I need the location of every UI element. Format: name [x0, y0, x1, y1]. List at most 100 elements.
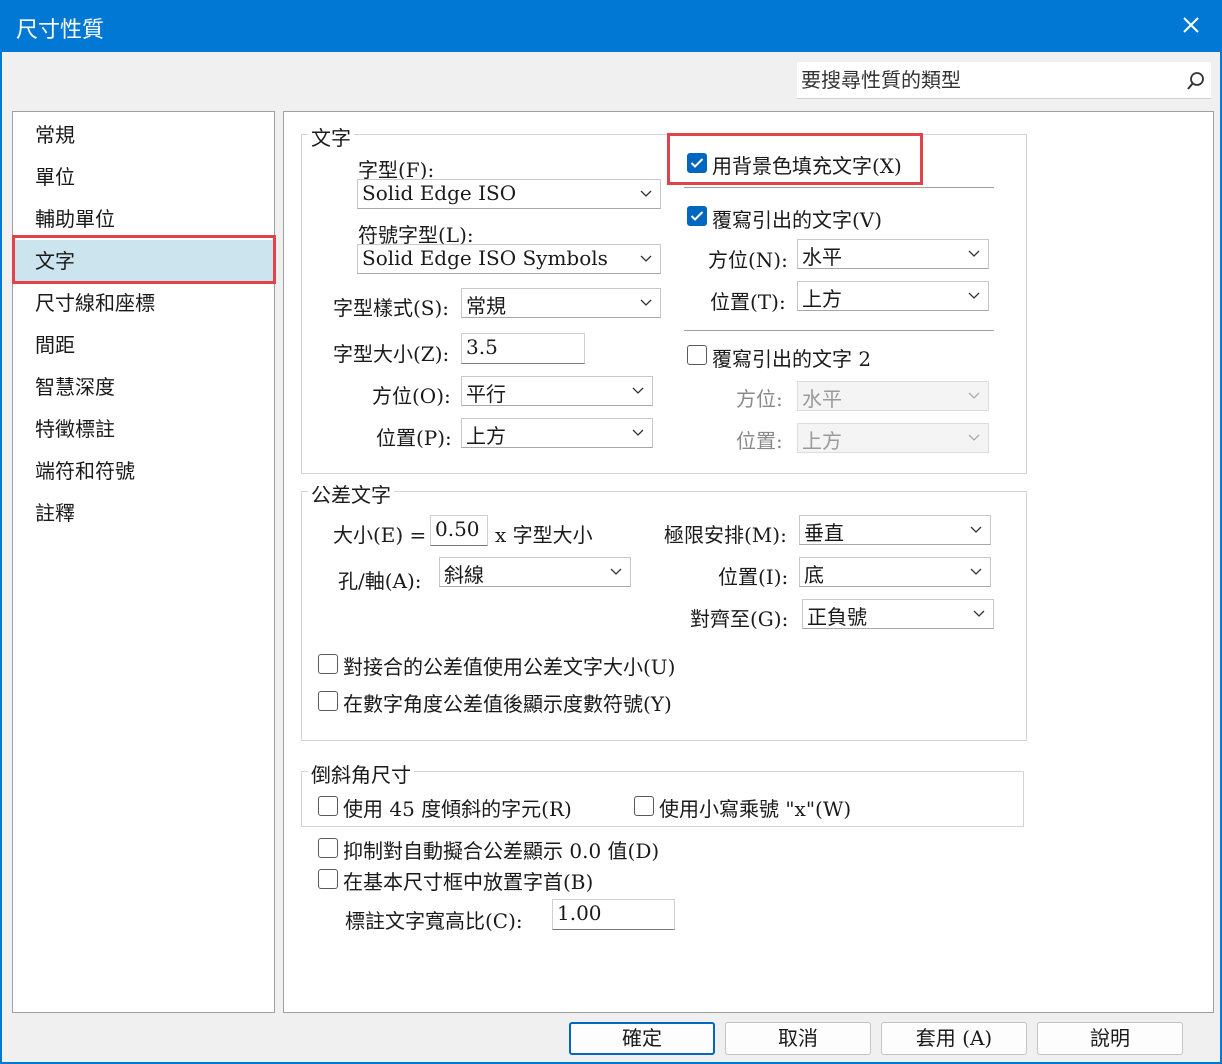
- mated-tolerance-size-label: 對接合的公差值使用公差文字大小(U): [343, 655, 676, 679]
- chevron-down-icon: [610, 568, 622, 575]
- override-position-label: 位置(T):: [710, 290, 786, 314]
- override-orientation-value: 水平: [802, 245, 842, 269]
- orientation-value: 平行: [466, 382, 506, 406]
- nav-item-spacing[interactable]: 間距: [13, 324, 274, 366]
- dimension-properties-dialog: 尺寸性質 要搜尋性質的類型 常規 單位 輔助單位 文字 尺寸線和座標 間距 智慧…: [0, 0, 1222, 1064]
- suppress-zero-label: 抑制對自動擬合公差顯示 0.0 值(D): [343, 839, 660, 863]
- help-button[interactable]: 說明: [1037, 1022, 1183, 1055]
- close-icon[interactable]: [1176, 10, 1206, 40]
- nav-item-smart-depth[interactable]: 智慧深度: [13, 366, 274, 408]
- lowercase-x-checkbox[interactable]: [634, 796, 654, 816]
- tolerance-size-value: 0.50: [435, 517, 480, 541]
- align-to-label: 對齊至(G):: [690, 607, 789, 631]
- override-leader-text-2-checkbox[interactable]: [687, 345, 707, 365]
- align-to-value: 正負號: [807, 605, 867, 629]
- override-orientation-combo[interactable]: 水平: [797, 239, 989, 269]
- nav-item-general[interactable]: 常規: [13, 114, 274, 156]
- property-search-box[interactable]: 要搜尋性質的類型: [797, 62, 1211, 99]
- align-to-combo[interactable]: 正負號: [802, 599, 994, 629]
- symbol-font-value: Solid Edge ISO Symbols: [362, 246, 608, 270]
- limit-arrangement-combo[interactable]: 垂直: [799, 515, 991, 545]
- aspect-ratio-input[interactable]: 1.00: [552, 899, 675, 930]
- hole-shaft-label: 孔/軸(A):: [338, 569, 422, 593]
- tolerance-size-label: 大小(E) =: [333, 523, 427, 547]
- suppress-zero-checkbox[interactable]: [318, 838, 338, 858]
- chevron-down-icon: [970, 526, 982, 533]
- degree-symbol-label: 在數字角度公差值後顯示度數符號(Y): [343, 692, 672, 716]
- degree-symbol-checkbox[interactable]: [318, 691, 338, 711]
- font-style-combo[interactable]: 常規: [461, 288, 661, 318]
- apply-button[interactable]: 套用 (A): [881, 1022, 1027, 1055]
- orientation-label: 方位(O):: [372, 384, 451, 408]
- chevron-down-icon: [632, 429, 644, 436]
- tolerance-group-legend: 公差文字: [308, 479, 394, 508]
- font-combo[interactable]: Solid Edge ISO: [357, 179, 661, 209]
- override-leader-text-checkbox[interactable]: [687, 206, 707, 226]
- nav-item-terminators-symbols[interactable]: 端符和符號: [13, 450, 274, 492]
- tolerance-size-suffix: x 字型大小: [495, 523, 593, 547]
- limit-arrangement-label: 極限安排(M):: [664, 523, 787, 547]
- chamfer-group-legend: 倒斜角尺寸: [308, 759, 414, 788]
- override2-orientation-label: 方位:: [736, 387, 783, 411]
- chevron-down-icon: [968, 434, 980, 441]
- font-size-label: 字型大小(Z):: [333, 342, 450, 366]
- chevron-down-icon: [968, 250, 980, 257]
- font-size-value: 3.5: [466, 335, 498, 359]
- font-style-label: 字型樣式(S):: [333, 296, 450, 320]
- aspect-ratio-label: 標註文字寬高比(C):: [345, 909, 523, 933]
- override-leader-text-label: 覆寫引出的文字(V): [712, 208, 883, 232]
- fill-background-highlight-box: [667, 133, 923, 185]
- chevron-down-icon: [632, 387, 644, 394]
- position-combo[interactable]: 上方: [461, 418, 653, 448]
- nav-item-units[interactable]: 單位: [13, 156, 274, 198]
- font-size-input[interactable]: 3.5: [461, 333, 585, 364]
- separator: [684, 187, 994, 188]
- prefix-in-box-checkbox[interactable]: [318, 869, 338, 889]
- tolerance-size-input[interactable]: 0.50: [430, 515, 488, 546]
- separator: [684, 330, 994, 331]
- window-title: 尺寸性質: [16, 18, 105, 43]
- mated-tolerance-size-checkbox[interactable]: [318, 654, 338, 674]
- override2-position-combo[interactable]: 上方: [797, 423, 989, 453]
- tolerance-position-combo[interactable]: 底: [799, 557, 991, 587]
- override-orientation-label: 方位(N):: [708, 248, 788, 272]
- chevron-down-icon: [968, 392, 980, 399]
- override2-orientation-combo[interactable]: 水平: [797, 381, 989, 411]
- hole-shaft-value: 斜線: [444, 563, 484, 587]
- tolerance-position-label: 位置(I):: [718, 565, 789, 589]
- nav-item-secondary-units[interactable]: 輔助單位: [13, 198, 274, 240]
- cancel-button[interactable]: 取消: [725, 1022, 871, 1055]
- position-label: 位置(P):: [376, 426, 452, 450]
- prefix-in-box-label: 在基本尺寸框中放置字首(B): [343, 870, 594, 894]
- aspect-ratio-value: 1.00: [557, 901, 602, 925]
- tolerance-position-value: 底: [804, 563, 824, 587]
- chevron-down-icon: [640, 190, 652, 197]
- override-position-combo[interactable]: 上方: [797, 281, 989, 311]
- symbol-font-combo[interactable]: Solid Edge ISO Symbols: [357, 244, 661, 274]
- override2-position-label: 位置:: [736, 429, 783, 453]
- chevron-down-icon: [970, 568, 982, 575]
- text-group-legend: 文字: [308, 122, 354, 151]
- search-placeholder: 要搜尋性質的類型: [801, 68, 961, 92]
- ok-button[interactable]: 確定: [569, 1022, 715, 1055]
- slanted-45-checkbox[interactable]: [318, 796, 338, 816]
- limit-arrangement-value: 垂直: [804, 521, 844, 545]
- slanted-45-label: 使用 45 度傾斜的字元(R): [343, 797, 572, 821]
- nav-highlight-box: [12, 235, 276, 284]
- position-value: 上方: [466, 424, 506, 448]
- font-value: Solid Edge ISO: [362, 181, 517, 205]
- chevron-down-icon: [968, 292, 980, 299]
- chevron-down-icon: [640, 255, 652, 262]
- font-style-value: 常規: [466, 294, 506, 318]
- nav-item-annotation[interactable]: 註釋: [13, 492, 274, 534]
- nav-item-feature-callout[interactable]: 特徵標註: [13, 408, 274, 450]
- search-icon[interactable]: [1185, 70, 1207, 97]
- checkmark-icon: [690, 211, 704, 221]
- chevron-down-icon: [973, 610, 985, 617]
- override-leader-text-2-label: 覆寫引出的文字 2: [712, 347, 872, 371]
- nav-item-lines-coordinates[interactable]: 尺寸線和座標: [13, 282, 274, 324]
- orientation-combo[interactable]: 平行: [461, 376, 653, 406]
- hole-shaft-combo[interactable]: 斜線: [439, 557, 631, 587]
- chevron-down-icon: [640, 299, 652, 306]
- override2-position-value: 上方: [802, 429, 842, 453]
